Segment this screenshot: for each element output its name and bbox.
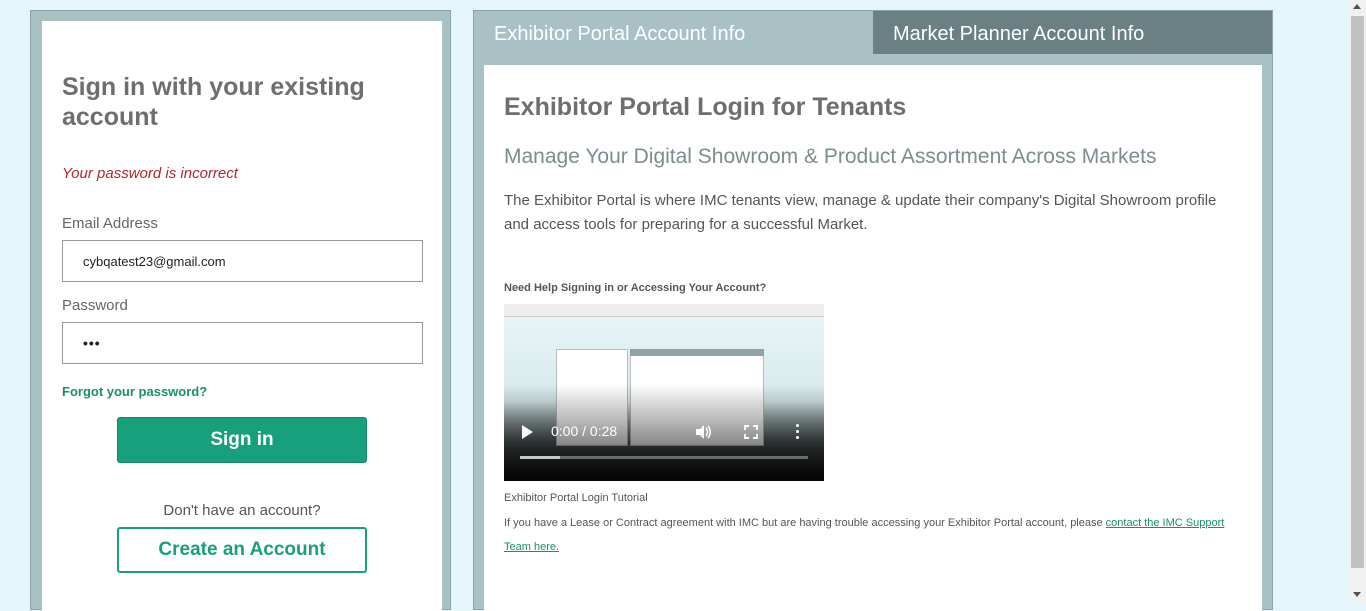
vertical-scrollbar[interactable] <box>1349 0 1366 604</box>
tab-exhibitor-portal[interactable]: Exhibitor Portal Account Info <box>474 11 873 54</box>
support-text-body: If you have a Lease or Contract agreemen… <box>504 517 1106 529</box>
video-thumbnail-browser-bar <box>504 304 824 317</box>
portal-title: Exhibitor Portal Login for Tenants <box>504 93 907 121</box>
scrollbar-thumb[interactable] <box>1351 16 1364 568</box>
video-caption: Exhibitor Portal Login Tutorial <box>504 492 648 504</box>
tab-content: Exhibitor Portal Login for Tenants Manag… <box>484 65 1262 611</box>
email-field[interactable] <box>62 240 423 282</box>
play-icon[interactable] <box>522 425 533 439</box>
account-info-panel: Exhibitor Portal Account Info Market Pla… <box>473 10 1273 611</box>
password-field[interactable] <box>62 322 423 364</box>
video-thumbnail-tab-bar <box>630 349 764 356</box>
forgot-password-link[interactable]: Forgot your password? <box>62 384 207 399</box>
support-text: If you have a Lease or Contract agreemen… <box>504 511 1234 559</box>
password-error-message: Your password is incorrect <box>62 165 238 182</box>
video-time: 0:00 / 0:28 <box>551 423 618 439</box>
email-label: Email Address <box>62 215 158 232</box>
help-heading: Need Help Signing in or Accessing Your A… <box>504 282 767 294</box>
sign-in-button[interactable]: Sign in <box>117 417 367 463</box>
scroll-down-arrow-icon[interactable] <box>1353 592 1361 597</box>
portal-description: The Exhibitor Portal is where IMC tenant… <box>504 192 1217 233</box>
signin-heading: Sign in with your existing account <box>62 73 365 131</box>
scroll-up-arrow-icon[interactable] <box>1353 4 1361 9</box>
video-progress-track[interactable] <box>520 456 808 459</box>
password-label: Password <box>62 297 128 314</box>
signin-card: Sign in with your existing account Your … <box>42 21 442 611</box>
no-account-text: Don't have an account? <box>163 502 321 519</box>
volume-icon[interactable] <box>694 423 712 441</box>
create-account-button[interactable]: Create an Account <box>117 527 367 573</box>
signin-card-frame: Sign in with your existing account Your … <box>30 10 451 611</box>
tab-market-planner[interactable]: Market Planner Account Info <box>873 11 1272 54</box>
portal-subtitle: Manage Your Digital Showroom & Product A… <box>504 145 1157 168</box>
video-progress-fill <box>520 456 560 459</box>
tutorial-video[interactable]: 0:00 / 0:28 <box>504 304 824 481</box>
more-options-icon[interactable] <box>796 424 800 440</box>
fullscreen-icon[interactable] <box>744 425 758 439</box>
